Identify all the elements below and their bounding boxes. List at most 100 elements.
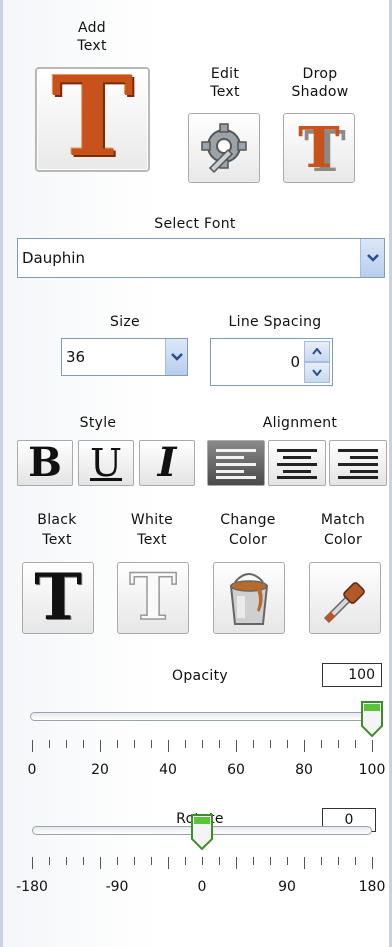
white-text-label-2: Text [137,532,167,548]
rotate-slider-thumb[interactable] [190,813,214,851]
rotate-tick [321,857,322,865]
white-text-button[interactable]: T [117,562,189,634]
match-color-label-1: Match [320,512,366,528]
add-text-label-1: Add [77,20,106,36]
opacity-tick [117,740,118,748]
edit-text-button[interactable] [188,113,260,183]
eyedropper-icon [323,582,365,624]
italic-button[interactable]: I [139,440,195,486]
line-spacing-value: 0 [290,353,300,371]
rotate-tick [151,857,152,865]
opacity-tick-label: 0 [27,762,37,778]
rotate-tick [66,857,67,865]
rotate-tick-label: 0 [197,879,207,895]
opacity-tick [100,740,101,752]
change-color-button[interactable] [213,562,285,634]
align-center-icon [277,449,317,479]
opacity-tick-label: 80 [295,762,313,778]
align-right-button[interactable] [329,440,387,486]
opacity-tick [83,740,84,748]
line-spacing-label: Line Spacing [228,314,322,330]
opacity-tick [202,740,203,748]
line-spacing-spinner[interactable]: 0 [210,338,333,386]
black-text-button[interactable]: T [22,562,94,634]
font-select[interactable]: Dauphin [17,238,385,278]
drop-shadow-label-1: Drop [302,66,338,82]
opacity-ticks [32,740,373,752]
size-select-value: 36 [66,348,86,366]
opacity-slider-thumb[interactable] [360,700,384,738]
opacity-tick [338,740,339,748]
rotate-tick [355,857,356,865]
rotate-tick [83,857,84,865]
match-color-label-2: Color [323,532,363,548]
change-color-label-1: Change [220,512,276,528]
size-label: Size [110,314,140,330]
opacity-tick [287,740,288,748]
rotate-tick [32,857,33,869]
opacity-tick [236,740,237,752]
spin-down-button[interactable] [304,362,330,383]
opacity-tick [134,740,135,748]
rotate-tick [117,857,118,865]
opacity-tick [304,740,305,752]
panel-border-left [0,0,3,947]
rotate-tick [270,857,271,865]
rotate-tick-label: 180 [358,879,386,895]
font-dropdown-button[interactable] [360,239,384,277]
align-left-icon [216,449,256,479]
alignment-label: Alignment [262,415,338,431]
font-select-value: Dauphin [22,249,85,267]
drop-shadow-button[interactable]: T T [283,113,355,183]
big-T-icon: T [51,51,134,181]
opacity-tick [168,740,169,752]
align-center-button[interactable] [268,440,326,486]
spin-down-icon [312,369,322,376]
size-dropdown-button[interactable] [165,339,187,375]
rotate-tick [253,857,254,865]
black-text-label-2: Text [42,532,72,548]
rotate-tick [185,857,186,865]
opacity-label: Opacity [172,668,228,684]
align-left-button[interactable] [207,440,265,486]
rotate-tick-label: -180 [16,879,48,895]
shadow-T-icon: T T [298,115,346,185]
opacity-value-box[interactable]: 100 [322,663,382,687]
opacity-tick-label: 40 [159,762,177,778]
opacity-tick-labels: 0 20 40 60 80 100 [28,762,386,782]
chevron-down-icon [366,254,379,262]
edit-text-label-1: Edit [210,66,240,82]
opacity-tick-label: 100 [358,762,386,778]
opacity-tick [321,740,322,748]
gear-wrench-icon [201,123,247,174]
align-right-icon [338,449,378,479]
opacity-slider-track[interactable] [30,712,375,721]
opacity-tick [66,740,67,748]
rotate-tick [49,857,50,865]
spin-up-button[interactable] [304,341,330,362]
white-T-icon: T [128,560,177,635]
rotate-tick [304,857,305,869]
drop-shadow-label-2: Shadow [291,84,349,100]
bold-icon: B [28,439,62,486]
paint-bucket-icon [229,573,269,625]
rotate-tick [168,857,169,869]
opacity-tick-label: 60 [227,762,245,778]
spin-up-icon [312,348,322,355]
rotate-tick [338,857,339,865]
black-text-label-1: Black [37,512,77,528]
bold-button[interactable]: B [17,440,73,486]
rotate-tick [372,857,373,869]
underline-button[interactable]: U [78,440,134,486]
rotate-tick-label: 90 [278,879,296,895]
underline-icon: U [89,441,123,485]
match-color-button[interactable] [309,562,381,634]
opacity-tick [253,740,254,748]
size-select[interactable]: 36 [61,338,188,376]
rotate-tick [219,857,220,865]
white-text-label-1: White [130,512,174,528]
rotate-tick-label: -90 [105,879,129,895]
rotate-tick [202,857,203,865]
add-text-button[interactable]: T [35,61,150,172]
style-label: Style [79,415,117,431]
